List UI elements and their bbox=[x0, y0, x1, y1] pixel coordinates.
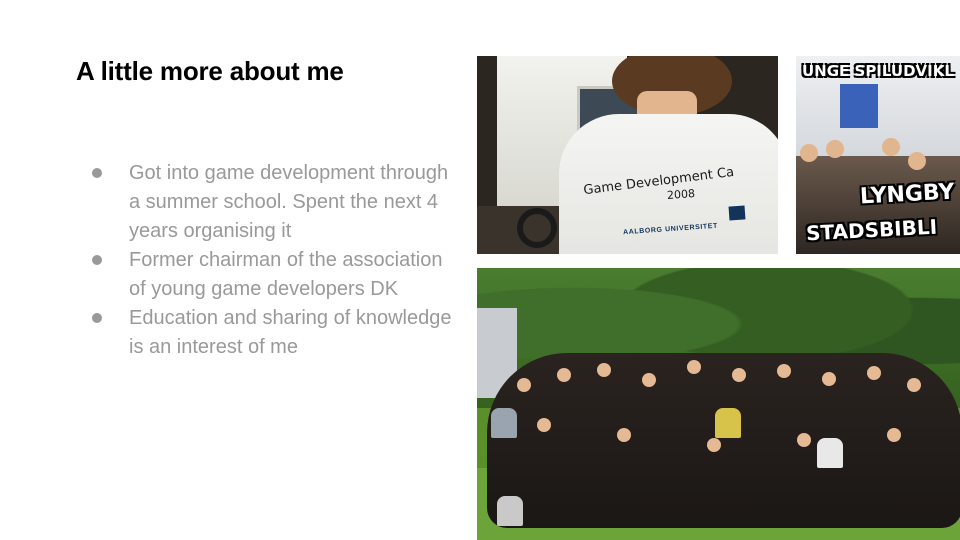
person-face bbox=[732, 368, 746, 382]
person-face bbox=[707, 438, 721, 452]
person-face bbox=[517, 378, 531, 392]
person-face bbox=[557, 368, 571, 382]
person-face bbox=[777, 364, 791, 378]
person-shirt bbox=[497, 496, 523, 526]
headphones-icon bbox=[517, 208, 557, 248]
person-shirt bbox=[817, 438, 843, 468]
banner-mid-text: LYNGBY bbox=[859, 179, 956, 210]
person-face bbox=[797, 433, 811, 447]
bullet-item: Education and sharing of knowledge is an… bbox=[92, 304, 462, 362]
bullet-dot-icon bbox=[92, 168, 102, 178]
person-face bbox=[887, 428, 901, 442]
person-shirt bbox=[715, 408, 741, 438]
person-face bbox=[617, 428, 631, 442]
university-logo-icon bbox=[728, 205, 746, 221]
bullet-list: Got into game development through a summ… bbox=[92, 159, 462, 362]
bullet-dot-icon bbox=[92, 313, 102, 323]
banner-top-text: UNGE SPILUDVIKL bbox=[802, 62, 954, 80]
person-face bbox=[907, 378, 921, 392]
person-head bbox=[882, 138, 900, 156]
poster-shape bbox=[840, 84, 878, 128]
person-face bbox=[597, 363, 611, 377]
tshirt-photo: Game Development Ca 2008 AALBORG UNIVERS… bbox=[477, 56, 778, 254]
bullet-text: Former chairman of the association of yo… bbox=[129, 249, 443, 300]
bullet-text: Got into game development through a summ… bbox=[129, 162, 449, 242]
group-photo bbox=[477, 268, 960, 540]
library-event-photo: UNGE SPILUDVIKL LYNGBY STADSBIBLI bbox=[796, 56, 960, 254]
person-face bbox=[822, 372, 836, 386]
bullet-text: Education and sharing of knowledge is an… bbox=[129, 307, 452, 358]
person-face bbox=[867, 366, 881, 380]
person-face bbox=[687, 360, 701, 374]
bullet-item: Former chairman of the association of yo… bbox=[92, 246, 462, 304]
person-head bbox=[908, 152, 926, 170]
slide-title: A little more about me bbox=[76, 56, 344, 86]
person-face bbox=[537, 418, 551, 432]
person-face bbox=[642, 373, 656, 387]
person-head bbox=[826, 140, 844, 158]
person-head bbox=[800, 144, 818, 162]
shirt-text-year: 2008 bbox=[666, 187, 696, 202]
bullet-item: Got into game development through a summ… bbox=[92, 159, 462, 246]
bullet-dot-icon bbox=[92, 255, 102, 265]
person-shirt bbox=[491, 408, 517, 438]
